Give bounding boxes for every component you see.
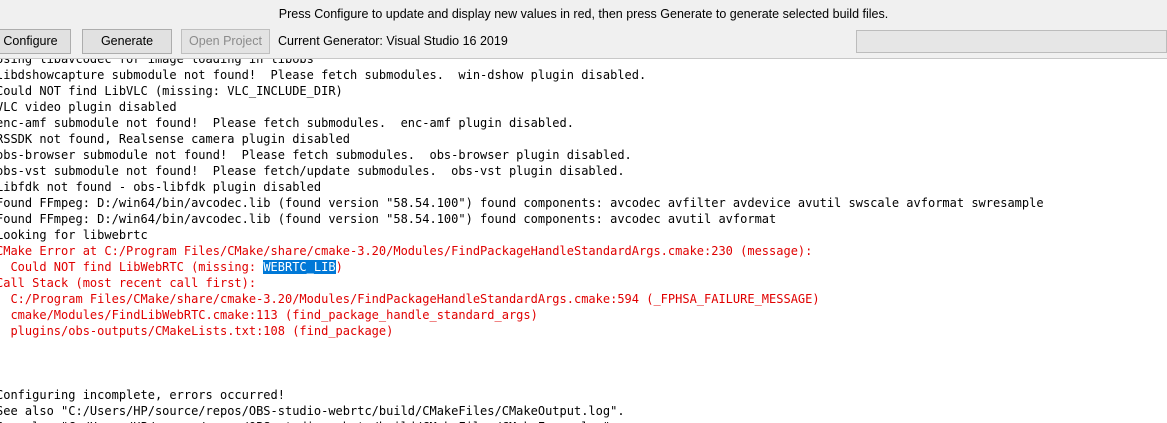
log-line: enc-amf submodule not found! Please fetc… [0,115,1044,131]
log-line-text: ) [335,260,343,274]
log-line: plugins/obs-outputs/CMakeLists.txt:108 (… [0,323,1044,339]
log-line: Configuring incomplete, errors occurred! [0,387,1044,403]
log-line: Libfdk not found - obs-libfdk plugin dis… [0,179,1044,195]
log-line-text: RSSDK not found, Realsense camera plugin… [0,132,351,146]
log-line-text: obs-vst submodule not found! Please fetc… [0,164,625,178]
log-line-text: Configuring incomplete, errors occurred! [0,388,285,402]
configure-button[interactable]: Configure [0,29,71,54]
log-line: CMake Error at C:/Program Files/CMake/sh… [0,243,1044,259]
instruction-hint: Press Configure to update and display ne… [278,7,889,21]
log-line-text: C:/Program Files/CMake/share/cmake-3.20/… [0,292,820,306]
output-lines: Using libavcodec for image loading in li… [0,58,1044,423]
log-line-text: See also "C:/Users/HP/source/repos/OBS-s… [0,404,625,418]
log-line: libdshowcapture submodule not found! Ple… [0,67,1044,83]
log-line-text: obs-browser submodule not found! Please … [0,148,632,162]
log-line: C:/Program Files/CMake/share/cmake-3.20/… [0,291,1044,307]
toolbar: Configure Generate Open Project Current … [0,29,1167,58]
log-line-text: CMake Error at C:/Program Files/CMake/sh… [0,244,813,258]
log-line: Found FFmpeg: D:/win64/bin/avcodec.lib (… [0,195,1044,211]
log-line: Could NOT find LibVLC (missing: VLC_INCL… [0,83,1044,99]
log-line-text: Found FFmpeg: D:/win64/bin/avcodec.lib (… [0,196,1044,210]
current-generator-label: Current Generator: Visual Studio 16 2019 [278,34,508,48]
log-line: Using libavcodec for image loading in li… [0,58,1044,67]
log-line-text: Looking for libwebrtc [0,228,148,242]
log-line: Found FFmpeg: D:/win64/bin/avcodec.lib (… [0,211,1044,227]
output-log[interactable]: Using libavcodec for image loading in li… [0,58,1167,423]
open-project-button[interactable]: Open Project [181,29,270,54]
log-line: obs-browser submodule not found! Please … [0,147,1044,163]
log-line-text: libdshowcapture submodule not found! Ple… [0,68,647,82]
log-line-text: Libfdk not found - obs-libfdk plugin dis… [0,180,322,194]
log-line-text: Found FFmpeg: D:/win64/bin/avcodec.lib (… [0,212,777,226]
log-line-text: plugins/obs-outputs/CMakeLists.txt:108 (… [0,324,394,338]
log-line: Call Stack (most recent call first): [0,275,1044,291]
log-line: obs-vst submodule not found! Please fetc… [0,163,1044,179]
log-line-text: enc-amf submodule not found! Please fetc… [0,116,574,130]
log-line: Could NOT find LibWebRTC (missing: WEBRT… [0,259,1044,275]
log-line: cmake/Modules/FindLibWebRTC.cmake:113 (f… [0,307,1044,323]
log-line-text: VLC video plugin disabled [0,100,177,114]
log-line-text: Call Stack (most recent call first): [0,276,257,290]
log-line: RSSDK not found, Realsense camera plugin… [0,131,1044,147]
log-line: VLC video plugin disabled [0,99,1044,115]
log-line-text: Using libavcodec for image loading in li… [0,58,314,66]
selected-text: WEBRTC_LIB [263,260,336,274]
log-line: See also "C:/Users/HP/source/repos/OBS-s… [0,419,1044,423]
log-line-text: Could NOT find LibWebRTC (missing: [0,260,264,274]
log-line-text: cmake/Modules/FindLibWebRTC.cmake:113 (f… [0,308,538,322]
progress-bar [856,30,1167,53]
generate-button[interactable]: Generate [82,29,172,54]
log-line: See also "C:/Users/HP/source/repos/OBS-s… [0,403,1044,419]
log-line: Looking for libwebrtc [0,227,1044,243]
log-line-text: Could NOT find LibVLC (missing: VLC_INCL… [0,84,343,98]
